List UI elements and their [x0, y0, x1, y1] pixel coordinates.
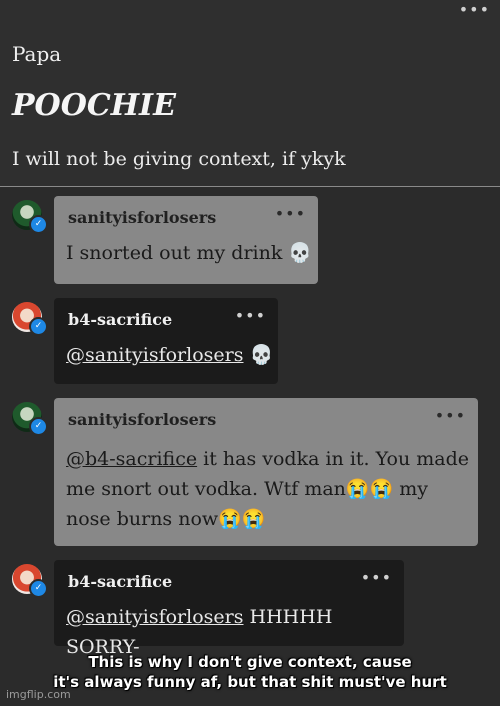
comment-text: I snorted out my drink 💀 — [66, 242, 313, 264]
post-body: I will not be giving context, if ykyk — [12, 148, 346, 170]
comment-menu-icon[interactable]: ••• — [275, 204, 306, 223]
user-avatar[interactable]: ✓ — [12, 302, 48, 336]
username[interactable]: sanityisforlosers — [68, 208, 216, 227]
comment-text-rest: it has vodka in it. You made — [197, 448, 469, 470]
username[interactable]: b4-sacrifice — [68, 310, 172, 329]
comment-bubble: b4-sacrifice ••• @sanityisforlosers HHHH… — [54, 560, 404, 658]
verified-badge-icon: ✓ — [29, 317, 48, 336]
verified-badge-icon: ✓ — [29, 417, 48, 436]
comment-text-rest: 💀 — [243, 344, 274, 366]
caption-line: This is why I don't give context, cause — [88, 653, 412, 671]
comment-line: nose burns now😭😭 — [66, 508, 266, 530]
user-avatar[interactable]: ✓ — [12, 564, 48, 598]
post-label: Papa — [12, 42, 62, 66]
comment-text: @b4-sacrifice it has vodka in it. You ma… — [66, 444, 469, 534]
caption-line: it's always funny af, but that shit must… — [53, 673, 447, 691]
user-avatar[interactable]: ✓ — [12, 402, 48, 436]
post-header: ••• Papa POOCHIE I will not be giving co… — [0, 0, 500, 187]
comment-bubble: sanityisforlosers ••• I snorted out my d… — [54, 196, 318, 284]
mention-link[interactable]: @sanityisforlosers — [66, 344, 244, 366]
username[interactable]: b4-sacrifice — [68, 572, 172, 591]
verified-badge-icon: ✓ — [29, 579, 48, 598]
comment-text: @sanityisforlosers 💀 — [66, 340, 273, 370]
username[interactable]: sanityisforlosers — [68, 410, 216, 429]
user-avatar[interactable]: ✓ — [12, 200, 48, 234]
mention-link[interactable]: @sanityisforlosers — [66, 606, 244, 628]
post-title: POOCHIE — [12, 88, 176, 123]
meme-caption: This is why I don't give context, cause … — [0, 652, 500, 692]
comment-menu-icon[interactable]: ••• — [435, 406, 466, 425]
mention-link[interactable]: @b4-sacrifice — [66, 448, 197, 470]
verified-badge-icon: ✓ — [29, 215, 48, 234]
comment-line: me snort out vodka. Wtf man😭😭 my — [66, 478, 429, 500]
watermark: imgflip.com — [6, 688, 71, 701]
comment-menu-icon[interactable]: ••• — [361, 568, 392, 587]
comment-menu-icon[interactable]: ••• — [235, 306, 266, 325]
comment-line: @b4-sacrifice it has vodka in it. You ma… — [66, 444, 469, 474]
comment-bubble: b4-sacrifice ••• @sanityisforlosers 💀 — [54, 298, 278, 384]
more-options-icon[interactable]: ••• — [459, 0, 490, 19]
comment-bubble: sanityisforlosers ••• @b4-sacrifice it h… — [54, 398, 478, 546]
